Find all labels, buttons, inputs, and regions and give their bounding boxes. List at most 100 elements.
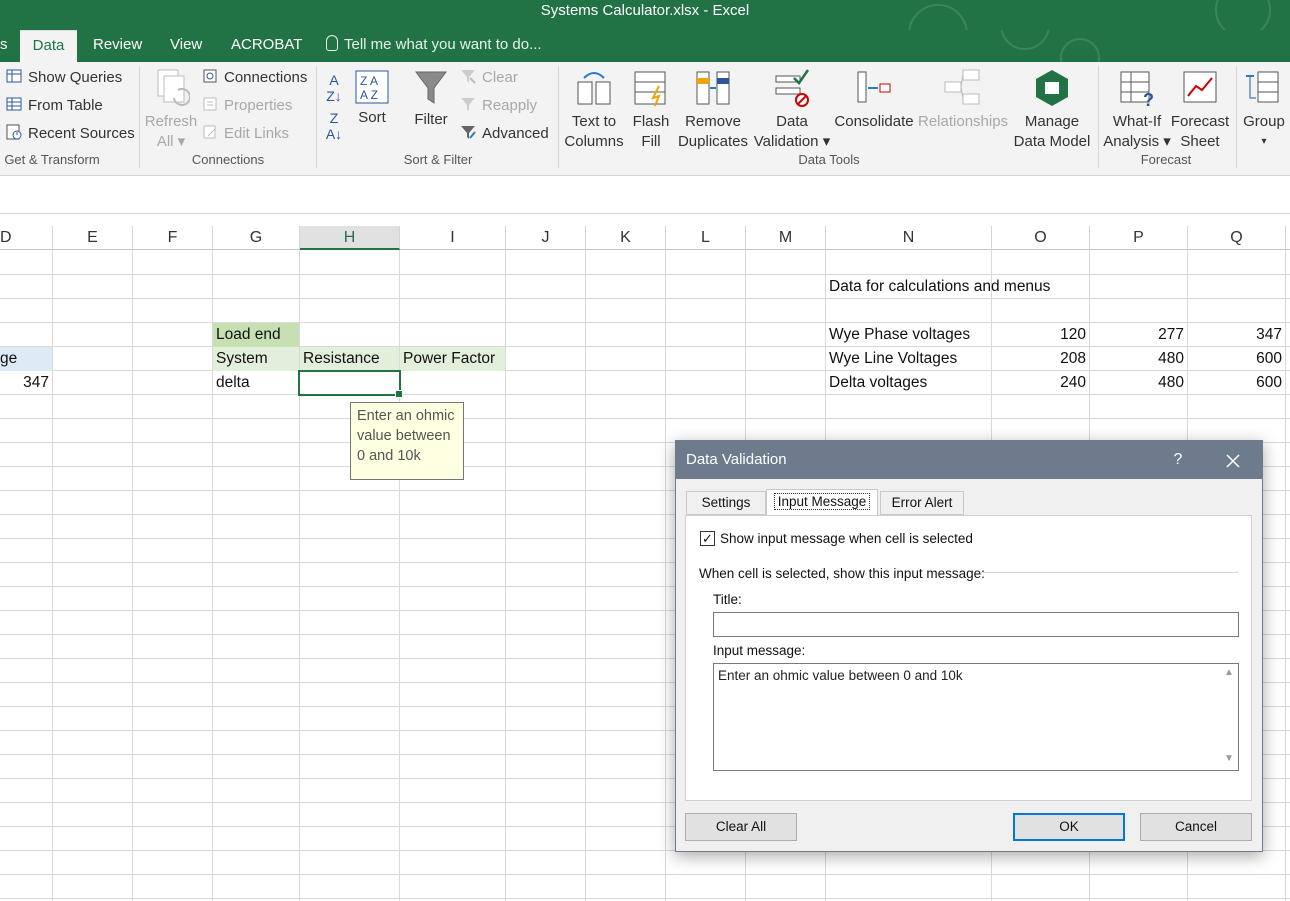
column-header-m[interactable]: M bbox=[746, 226, 826, 250]
group-label-sort-filter: Sort & Filter bbox=[403, 152, 473, 167]
formula-bar[interactable] bbox=[0, 176, 1290, 214]
reapply-icon bbox=[461, 98, 475, 112]
clear-filter-button[interactable]: Clear bbox=[460, 67, 518, 89]
connections-button[interactable]: Connections bbox=[202, 67, 307, 89]
flash-fill-label-1: Flash bbox=[632, 113, 670, 130]
refresh-all-button[interactable]: Refresh All ▾ bbox=[143, 68, 199, 152]
cancel-button[interactable]: Cancel bbox=[1140, 813, 1252, 841]
column-header-i[interactable]: I bbox=[400, 226, 506, 250]
cell-n-row2-label[interactable]: Wye Line Voltages bbox=[826, 347, 991, 371]
cell-h-resistance[interactable]: Resistance bbox=[300, 347, 399, 371]
tell-me-search[interactable]: Tell me what you want to do... bbox=[326, 30, 542, 62]
connections-icon bbox=[203, 69, 217, 83]
column-header-h[interactable]: H bbox=[300, 226, 400, 250]
consolidate-button[interactable]: Consolidate bbox=[834, 68, 914, 132]
column-header-j[interactable]: J bbox=[506, 226, 586, 250]
group-label-get-transform: Get & Transform bbox=[4, 152, 100, 167]
data-model-icon bbox=[1036, 70, 1068, 106]
tab-review[interactable]: Review bbox=[83, 30, 152, 62]
flash-fill-label-2: Fill bbox=[641, 133, 661, 150]
column-header-f[interactable]: F bbox=[133, 226, 213, 250]
input-message-textarea[interactable]: Enter an ohmic value between 0 and 10k ▲… bbox=[713, 663, 1239, 771]
cell-d-347[interactable]: 347 bbox=[0, 371, 52, 395]
cell-i-power-factor[interactable]: Power Factor bbox=[400, 347, 505, 371]
cell-p-row2[interactable]: 480 bbox=[1090, 347, 1187, 371]
cell-d-partial[interactable]: ge bbox=[0, 347, 52, 371]
clear-all-button[interactable]: Clear All bbox=[685, 813, 797, 841]
tab-error-alert[interactable]: Error Alert bbox=[880, 491, 964, 515]
column-header-o[interactable]: O bbox=[992, 226, 1090, 250]
textarea-scrollbar[interactable]: ▲ ▼ bbox=[1220, 664, 1238, 770]
ok-button[interactable]: OK bbox=[1013, 813, 1125, 841]
reapply-button[interactable]: Reapply bbox=[460, 95, 537, 117]
title-input[interactable] bbox=[713, 612, 1239, 637]
relationships-button[interactable]: Relationships bbox=[918, 68, 1008, 132]
forecast-chart-icon bbox=[1183, 71, 1217, 103]
column-header-d[interactable]: D bbox=[0, 226, 53, 250]
scroll-down-icon[interactable]: ▼ bbox=[1224, 754, 1234, 764]
consolidate-icon bbox=[857, 71, 891, 103]
group-button[interactable]: Group ▾ bbox=[1240, 68, 1288, 152]
tab-settings[interactable]: Settings bbox=[686, 491, 766, 515]
show-message-checkbox[interactable]: ✓ bbox=[700, 531, 715, 546]
from-table-button[interactable]: From Table bbox=[6, 95, 103, 117]
relationships-icon bbox=[944, 69, 980, 105]
forecast-sheet-button[interactable]: Forecast Sheet bbox=[1170, 68, 1230, 152]
cell-q-row1[interactable]: 347 bbox=[1188, 323, 1285, 347]
sort-button[interactable]: Z AA Z Sort bbox=[352, 70, 392, 128]
column-header-q[interactable]: Q bbox=[1188, 226, 1286, 250]
text-to-columns-icon bbox=[577, 72, 611, 105]
show-queries-button[interactable]: Show Queries bbox=[6, 67, 122, 89]
cell-q-row3[interactable]: 600 bbox=[1188, 371, 1285, 395]
cell-g-load-end[interactable]: Load end bbox=[213, 323, 299, 347]
column-header-p[interactable]: P bbox=[1090, 226, 1188, 250]
data-validation-button[interactable]: Data Validation ▾ bbox=[752, 68, 832, 152]
sort-az-button[interactable]: A Z↓ bbox=[322, 72, 346, 104]
column-header-n[interactable]: N bbox=[826, 226, 992, 250]
refresh-icon bbox=[157, 69, 190, 106]
cell-p-row3[interactable]: 480 bbox=[1090, 371, 1187, 395]
properties-icon bbox=[203, 97, 217, 111]
column-header-l[interactable]: L bbox=[666, 226, 746, 250]
cell-n-row1-label[interactable]: Wye Phase voltages bbox=[826, 323, 991, 347]
gridline bbox=[665, 250, 666, 901]
tab-input-message[interactable]: Input Message bbox=[766, 489, 878, 517]
cell-o-row1[interactable]: 120 bbox=[992, 323, 1089, 347]
cell-g-system[interactable]: System bbox=[213, 347, 299, 371]
tab-acrobat[interactable]: ACROBAT bbox=[221, 30, 312, 62]
cell-p-row1[interactable]: 277 bbox=[1090, 323, 1187, 347]
advanced-filter-button[interactable]: Advanced bbox=[460, 123, 549, 145]
remove-duplicates-button[interactable]: Remove Duplicates bbox=[676, 68, 750, 152]
selected-cell-h[interactable] bbox=[298, 370, 403, 398]
properties-button[interactable]: Properties bbox=[202, 95, 292, 117]
filter-button[interactable]: Filter bbox=[410, 70, 452, 130]
what-if-analysis-button[interactable]: ? What-If Analysis ▾ bbox=[1102, 68, 1172, 152]
funnel-icon bbox=[415, 71, 447, 104]
gridline bbox=[0, 298, 1290, 299]
tab-view[interactable]: View bbox=[160, 30, 212, 62]
cell-q-row2[interactable]: 600 bbox=[1188, 347, 1285, 371]
text-to-columns-button[interactable]: Text to Columns bbox=[563, 68, 625, 152]
group-label-data-tools: Data Tools bbox=[798, 152, 860, 167]
column-header-e[interactable]: E bbox=[53, 226, 133, 250]
column-header-k[interactable]: K bbox=[586, 226, 666, 250]
tab-data[interactable]: Data bbox=[20, 30, 77, 62]
cell-g-delta[interactable]: delta bbox=[213, 371, 299, 395]
column-header-g[interactable]: G bbox=[213, 226, 300, 250]
tab-formulas-partial[interactable]: s bbox=[0, 30, 18, 62]
cell-o-row2[interactable]: 208 bbox=[992, 347, 1089, 371]
sort-za-button[interactable]: Z A↓ bbox=[322, 110, 346, 142]
recent-sources-button[interactable]: Recent Sources bbox=[6, 123, 135, 145]
edit-links-button[interactable]: Edit Links bbox=[202, 123, 289, 145]
scroll-up-icon[interactable]: ▲ bbox=[1224, 668, 1234, 678]
cell-n-row3-label[interactable]: Delta voltages bbox=[826, 371, 991, 395]
cell-o-row3[interactable]: 240 bbox=[992, 371, 1089, 395]
help-button[interactable]: ? bbox=[1168, 441, 1188, 479]
flash-fill-button[interactable]: Flash Fill bbox=[630, 68, 672, 152]
manage-data-model-button[interactable]: Manage Data Model bbox=[1010, 68, 1094, 152]
gridline bbox=[132, 250, 133, 901]
cell-n-header[interactable]: Data for calculations and menus bbox=[826, 275, 1090, 299]
title-label: Title: bbox=[713, 592, 742, 607]
remove-duplicates-icon bbox=[696, 71, 730, 105]
close-button[interactable] bbox=[1220, 441, 1246, 479]
